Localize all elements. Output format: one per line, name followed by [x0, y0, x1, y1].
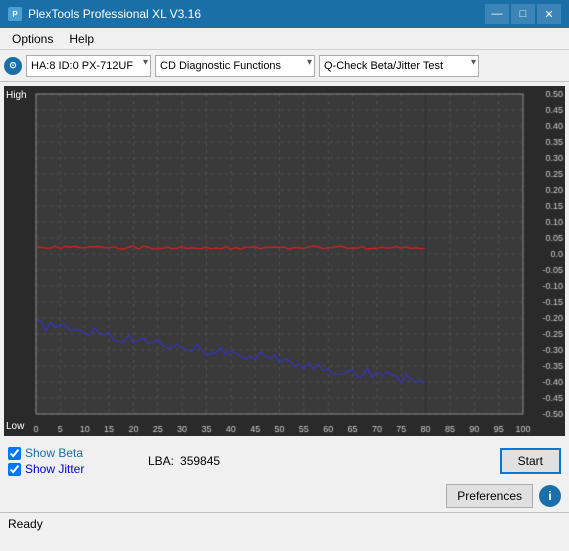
help-menu[interactable]: Help — [61, 30, 102, 48]
status-text: Ready — [8, 517, 43, 531]
status-bar: Ready — [0, 512, 569, 534]
device-icon: ⊙ — [4, 57, 22, 75]
chart-options: Show Beta Show Jitter — [8, 446, 138, 476]
bottom-row2: Preferences i — [0, 482, 569, 512]
lba-value: 359845 — [180, 454, 220, 468]
minimize-button[interactable]: — — [485, 4, 509, 24]
device-selector: ⊙ HA:8 ID:0 PX-712UF — [4, 55, 151, 77]
app-icon: P — [8, 7, 22, 21]
function-dropdown[interactable]: CD Diagnostic Functions — [155, 55, 315, 77]
preferences-button[interactable]: Preferences — [446, 484, 533, 508]
info-button[interactable]: i — [539, 485, 561, 507]
y-axis-low-label: Low — [6, 421, 24, 432]
lba-section: LBA: 359845 — [148, 454, 220, 468]
show-beta-label: Show Beta — [25, 446, 83, 460]
show-beta-checkbox[interactable] — [8, 447, 21, 460]
start-button[interactable]: Start — [500, 448, 561, 474]
show-jitter-checkbox[interactable] — [8, 463, 21, 476]
chart-canvas — [4, 86, 565, 436]
menu-bar: Options Help — [0, 28, 569, 50]
close-button[interactable]: ✕ — [537, 4, 561, 24]
bottom-panel: Show Beta Show Jitter LBA: 359845 Start — [0, 440, 569, 482]
window-controls: — □ ✕ — [485, 4, 561, 24]
lba-label: LBA: — [148, 454, 174, 468]
y-axis-high-label: High — [6, 90, 27, 101]
device-dropdown[interactable]: HA:8 ID:0 PX-712UF — [26, 55, 151, 77]
maximize-button[interactable]: □ — [511, 4, 535, 24]
chart-area: High Low — [4, 86, 565, 436]
show-jitter-label: Show Jitter — [25, 462, 84, 476]
show-jitter-row: Show Jitter — [8, 462, 138, 476]
app-title: PlexTools Professional XL V3.16 — [28, 7, 201, 21]
show-beta-row: Show Beta — [8, 446, 138, 460]
test-dropdown[interactable]: Q-Check Beta/Jitter Test — [319, 55, 479, 77]
toolbar: ⊙ HA:8 ID:0 PX-712UF CD Diagnostic Funct… — [0, 50, 569, 82]
options-menu[interactable]: Options — [4, 30, 61, 48]
title-bar: P PlexTools Professional XL V3.16 — □ ✕ — [0, 0, 569, 28]
